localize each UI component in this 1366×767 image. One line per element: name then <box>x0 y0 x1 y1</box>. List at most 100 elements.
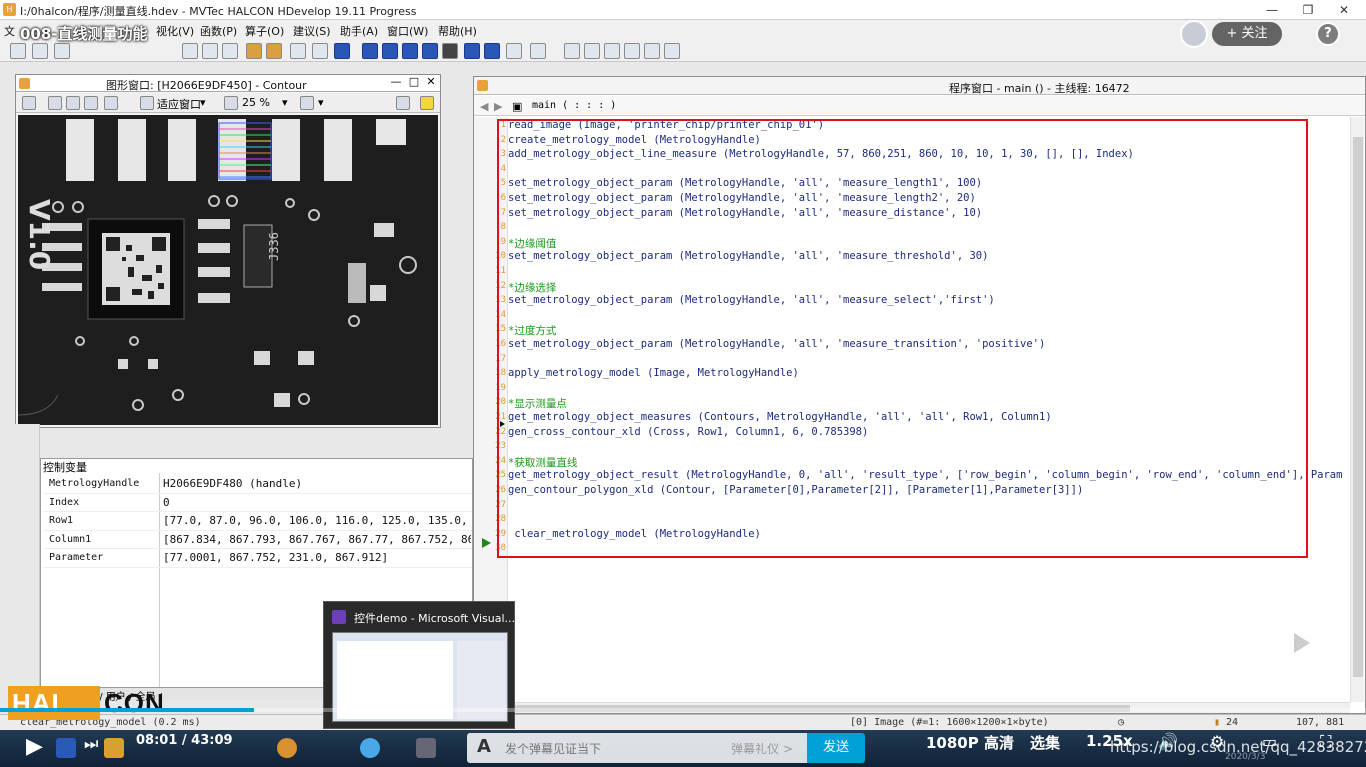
zoom-icon[interactable] <box>84 96 98 110</box>
step-over-icon[interactable] <box>402 43 418 59</box>
maximize-button[interactable]: ❐ <box>1290 1 1326 19</box>
vertical-scrollbar[interactable] <box>1350 117 1364 702</box>
variable-row[interactable]: Index 0 <box>43 494 472 512</box>
back-arrow-icon[interactable]: ◀ <box>480 100 488 113</box>
logo-text-left: HAL <box>12 688 69 718</box>
graphics-minimize-button[interactable]: — <box>388 75 404 88</box>
send-danmaku-button[interactable]: 发送 <box>807 733 865 763</box>
graphics-close-button[interactable]: ✕ <box>423 75 439 88</box>
edit-icon[interactable] <box>22 96 36 110</box>
step-into-icon[interactable] <box>422 43 438 59</box>
menu-functions[interactable]: 函数(P) <box>200 23 237 39</box>
variable-row[interactable]: Row1 [77.0, 87.0, 96.0, 106.0, 116.0, 12… <box>43 512 472 531</box>
inspect-icon[interactable] <box>564 43 580 59</box>
menu-file[interactable]: 文 <box>4 23 15 39</box>
run-icon[interactable] <box>362 43 378 59</box>
assistant-icon[interactable] <box>334 43 350 59</box>
region-icon[interactable] <box>624 43 640 59</box>
pin-icon[interactable] <box>396 96 410 110</box>
fit-window-label[interactable]: 适应窗口 <box>157 96 201 112</box>
save-icon[interactable] <box>54 43 70 59</box>
chip-code-label: J336 <box>267 232 281 261</box>
bilibili-play-overlay-icon[interactable] <box>1272 618 1328 668</box>
light-bulb-icon[interactable] <box>420 96 434 110</box>
menu-operators[interactable]: 算子(O) <box>245 23 284 39</box>
copy-icon[interactable] <box>202 43 218 59</box>
histogram-icon[interactable] <box>584 43 600 59</box>
menu-assistants[interactable]: 助手(A) <box>340 23 378 39</box>
image-canvas[interactable]: J336 V1.0 <box>18 115 438 425</box>
danmaku-toggle-icon[interactable] <box>360 738 380 758</box>
danmaku-settings-icon[interactable] <box>416 738 436 758</box>
zoom-dropdown-icon[interactable] <box>104 96 118 110</box>
next-icon[interactable]: ⏭ <box>84 734 98 754</box>
stop-icon[interactable] <box>442 43 458 59</box>
open-file-icon[interactable] <box>32 43 48 59</box>
procedure-icon[interactable]: ▣ <box>512 100 522 113</box>
menu-visualize[interactable]: 视化(V) <box>156 23 194 39</box>
program-window-titlebar[interactable]: 程序窗口 - main () - 主线程: 16472 <box>474 77 1365 95</box>
control-variables-header: 控制变量 <box>43 461 87 474</box>
forward-arrow-icon[interactable]: ▶ <box>494 100 502 113</box>
dropdown-arrow-icon[interactable]: ▾ <box>200 96 206 109</box>
taskbar-e-icon[interactable] <box>56 738 76 758</box>
uploader-avatar[interactable] <box>1180 20 1208 48</box>
video-progress-bar[interactable] <box>0 708 1366 712</box>
danmaku-style-icon[interactable]: A <box>477 736 491 757</box>
color-dropdown-arrow-icon[interactable]: ▾ <box>318 96 324 109</box>
reset-icon[interactable] <box>464 43 480 59</box>
zoom-percent-icon[interactable] <box>224 96 238 110</box>
menu-window[interactable]: 窗口(W) <box>387 23 428 39</box>
paste-icon[interactable] <box>222 43 238 59</box>
variable-row[interactable]: MetrologyHandle H2066E9DF480 (handle) <box>43 475 472 494</box>
profiler-icon[interactable] <box>506 43 522 59</box>
color-icon[interactable] <box>300 96 314 110</box>
clock-icon: ◷ <box>1118 717 1125 728</box>
timer-icon[interactable] <box>530 43 546 59</box>
scroll-thumb[interactable] <box>1353 137 1363 677</box>
step-icon[interactable] <box>382 43 398 59</box>
variable-name: Index <box>49 496 80 508</box>
zoom-percent-select[interactable]: 25 % <box>242 96 270 109</box>
line-profile-icon[interactable] <box>604 43 620 59</box>
episodes-button[interactable]: 选集 <box>1030 732 1060 753</box>
menu-help[interactable]: 帮助(H) <box>438 23 477 39</box>
close-button[interactable]: ✕ <box>1326 1 1362 19</box>
pointer-icon[interactable] <box>48 96 62 110</box>
danmaku-input[interactable]: A 发个弹幕见证当下 弹幕礼仪 > <box>467 733 807 763</box>
cut-icon[interactable] <box>182 43 198 59</box>
variable-row[interactable]: Column1 [867.834, 867.793, 867.767, 867.… <box>43 531 472 549</box>
pad-4 <box>218 119 246 181</box>
help-icon[interactable]: ? <box>1316 22 1340 46</box>
follow-button[interactable]: + 关注 <box>1212 22 1282 46</box>
zoom-tool-icon[interactable] <box>664 43 680 59</box>
graphics-window-titlebar[interactable]: 图形窗口: [H2066E9DF450] - Contour — □ ✕ <box>16 75 440 92</box>
pad-5 <box>272 119 300 181</box>
variable-row[interactable]: Parameter [77.0001, 867.752, 231.0, 867.… <box>43 549 472 568</box>
minimize-button[interactable]: — <box>1254 1 1290 19</box>
danmaku-etiquette-link[interactable]: 弹幕礼仪 > <box>731 740 793 757</box>
edit-icon[interactable] <box>290 43 306 59</box>
danmaku-placeholder: 发个弹幕见证当下 <box>505 742 602 756</box>
undo-icon[interactable] <box>246 43 262 59</box>
quality-selector[interactable]: 1080P 高清 <box>926 732 1014 753</box>
variable-name: Column1 <box>49 533 92 545</box>
new-file-icon[interactable] <box>10 43 26 59</box>
menu-suggestions[interactable]: 建议(S) <box>293 23 331 39</box>
feature-icon[interactable] <box>644 43 660 59</box>
zoom-dropdown-arrow-icon[interactable]: ▾ <box>282 96 288 109</box>
graphics-maximize-button[interactable]: □ <box>406 75 422 88</box>
play-icon[interactable]: ▶ <box>26 734 43 759</box>
procedure-selector[interactable]: main ( : : : ) <box>532 100 616 111</box>
taskbar-folder-icon[interactable] <box>104 738 124 758</box>
gray-value: 24 <box>1226 717 1239 728</box>
reset-all-icon[interactable] <box>484 43 500 59</box>
variable-name: MetrologyHandle <box>49 478 140 489</box>
redo-icon[interactable] <box>266 43 282 59</box>
video-title: 008-直线测量功能 <box>20 25 148 43</box>
fit-window-icon[interactable] <box>140 96 154 110</box>
hand-icon[interactable] <box>66 96 80 110</box>
operator-icon[interactable] <box>312 43 328 59</box>
program-window-title: 程序窗口 - main () - 主线程: 16472 <box>949 82 1130 95</box>
taskbar-halcon-icon[interactable] <box>277 738 297 758</box>
